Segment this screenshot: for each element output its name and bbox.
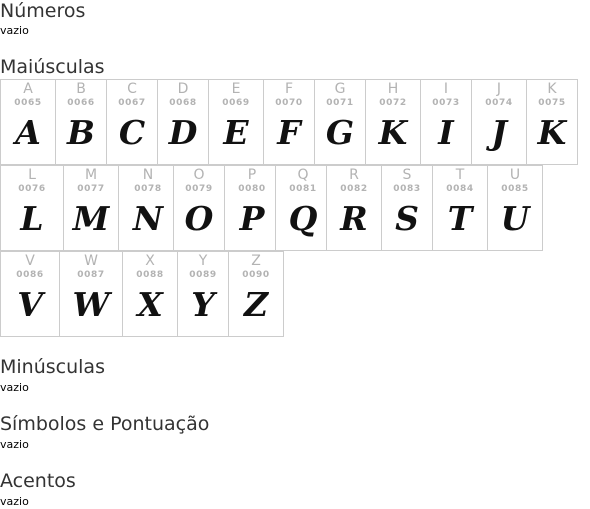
section-title-numeros: Números bbox=[0, 0, 86, 22]
glyph-sample: F bbox=[277, 113, 301, 152]
glyph-cell-i: I 0073 I bbox=[420, 79, 472, 165]
glyph-letter-label: A bbox=[23, 81, 33, 97]
glyph-cell-r: R 0082 R bbox=[326, 165, 382, 251]
glyph-cell-u: U 0085 U bbox=[487, 165, 543, 251]
glyph-letter-label: Q bbox=[297, 167, 309, 183]
glyph-cell-c: C 0067 C bbox=[106, 79, 158, 165]
glyph-cell-t: T 0084 T bbox=[432, 165, 488, 251]
glyph-letter-label: P bbox=[247, 167, 257, 183]
glyph-cell-n: N 0078 N bbox=[118, 165, 178, 251]
glyph-cell-j: J 0074 J bbox=[471, 79, 527, 165]
glyph-letter-label: O bbox=[193, 167, 205, 183]
glyph-sample: A bbox=[15, 113, 41, 152]
glyph-row-1: A 0065 A B 0066 B C 0067 C D 0068 D E 0069 E F 0070 F G 007… bbox=[0, 79, 578, 165]
glyph-letter-label: U bbox=[509, 167, 521, 183]
section-title-maiusculas: Maiúsculas bbox=[0, 56, 105, 78]
glyph-letter-label: J bbox=[496, 81, 502, 97]
glyph-sample: R bbox=[340, 199, 368, 238]
section-title-acentos: Acentos bbox=[0, 470, 76, 492]
glyph-letter-label: L bbox=[28, 167, 36, 183]
glyph-sample: P bbox=[239, 199, 265, 238]
glyph-sample: Z bbox=[243, 285, 269, 324]
glyph-sample: W bbox=[72, 285, 110, 324]
glyph-sample: J bbox=[491, 113, 507, 152]
glyph-letter-label: Z bbox=[251, 253, 261, 269]
glyph-cell-g: G 0071 G bbox=[314, 79, 366, 165]
glyph-cell-d: D 0068 D bbox=[157, 79, 209, 165]
glyph-cell-p: P 0080 P bbox=[224, 165, 280, 251]
glyph-sample: C bbox=[118, 113, 146, 152]
glyph-letter-label: K bbox=[547, 81, 557, 97]
glyph-letter-label: N bbox=[142, 167, 154, 183]
glyph-sample: L bbox=[20, 199, 44, 238]
glyph-sample: E bbox=[223, 113, 249, 152]
glyph-row-2: L 0076 L M 0077 M N 0078 N O 0079 O P 0080 P Q 0081 Q R 008… bbox=[0, 165, 543, 251]
glyph-cell-w: W 0087 W bbox=[59, 251, 123, 337]
glyph-sample: I bbox=[438, 113, 454, 152]
glyph-sample: K bbox=[537, 113, 567, 152]
glyph-cell-s: S 0083 S bbox=[381, 165, 433, 251]
glyph-letter-label: F bbox=[284, 81, 294, 97]
glyph-cell-f: F 0070 F bbox=[263, 79, 315, 165]
glyph-sample: K bbox=[378, 113, 408, 152]
glyph-letter-label: T bbox=[455, 167, 465, 183]
glyph-sample: O bbox=[184, 199, 214, 238]
glyph-letter-label: H bbox=[387, 81, 399, 97]
section-status-acentos: vazio bbox=[0, 495, 29, 508]
glyph-sample: B bbox=[67, 113, 95, 152]
glyph-sample: T bbox=[447, 199, 473, 238]
glyph-sample: M bbox=[72, 199, 110, 238]
glyph-sample: Q bbox=[288, 199, 318, 238]
section-title-simbolos: Símbolos e Pontuação bbox=[0, 413, 210, 435]
glyph-cell-b: B 0066 B bbox=[55, 79, 107, 165]
glyph-letter-label: C bbox=[127, 81, 137, 97]
glyph-cell-e: E 0069 E bbox=[208, 79, 264, 165]
glyph-cell-k: K 0075 K bbox=[526, 79, 578, 165]
glyph-sample: G bbox=[325, 113, 355, 152]
glyph-sample: N bbox=[132, 199, 164, 238]
glyph-cell-z: Z 0090 Z bbox=[228, 251, 284, 337]
glyph-cell-m: M 0077 M bbox=[63, 165, 119, 251]
glyph-letter-label: R bbox=[349, 167, 359, 183]
glyph-row-3: V 0086 V W 0087 W X 0088 X Y 0089 Y Z 0090 Z bbox=[0, 251, 284, 337]
glyph-letter-label: Y bbox=[198, 253, 208, 269]
glyph-sample: S bbox=[395, 199, 419, 238]
glyph-cell-x: X 0088 X bbox=[122, 251, 178, 337]
glyph-letter-label: B bbox=[76, 81, 86, 97]
glyph-letter-label: D bbox=[177, 81, 189, 97]
glyph-letter-label: V bbox=[25, 253, 35, 269]
glyph-sample: D bbox=[168, 113, 198, 152]
glyph-cell-a: A 0065 A bbox=[0, 79, 56, 165]
glyph-sample: U bbox=[500, 199, 530, 238]
glyph-cell-v: V 0086 V bbox=[0, 251, 60, 337]
glyph-sample: Y bbox=[191, 285, 215, 324]
glyph-letter-label: X bbox=[145, 253, 155, 269]
section-status-numeros: vazio bbox=[0, 24, 29, 37]
section-title-minusculas: Minúsculas bbox=[0, 356, 105, 378]
section-status-simbolos: vazio bbox=[0, 438, 29, 451]
glyph-sample: V bbox=[17, 285, 43, 324]
glyph-cell-q: Q 0081 Q bbox=[275, 165, 331, 251]
glyph-letter-label: G bbox=[334, 81, 346, 97]
glyph-letter-label: M bbox=[84, 167, 98, 183]
glyph-letter-label: S bbox=[402, 167, 412, 183]
glyph-letter-label: E bbox=[231, 81, 241, 97]
glyph-cell-o: O 0079 O bbox=[173, 165, 225, 251]
section-status-minusculas: vazio bbox=[0, 381, 29, 394]
glyph-sample: X bbox=[137, 285, 163, 324]
glyph-cell-l: L 0076 L bbox=[0, 165, 64, 251]
glyph-cell-y: Y 0089 Y bbox=[177, 251, 229, 337]
glyph-letter-label: W bbox=[84, 253, 98, 269]
glyph-letter-label: I bbox=[443, 81, 449, 97]
glyph-cell-h: H 0072 K bbox=[365, 79, 421, 165]
